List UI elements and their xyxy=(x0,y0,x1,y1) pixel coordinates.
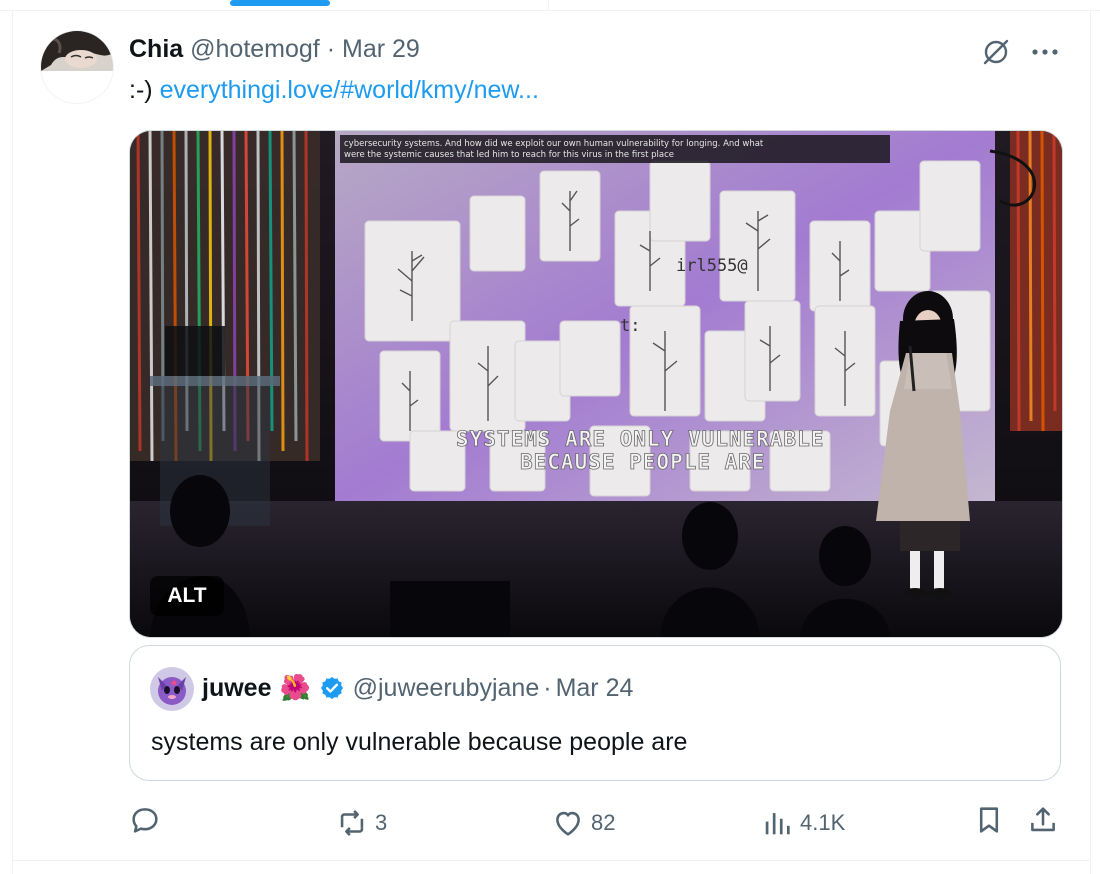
quote-display-name[interactable]: juwee xyxy=(202,671,271,705)
share-button[interactable] xyxy=(1026,803,1060,837)
tweet-media-video[interactable]: cybersecurity systems. And how did we ex… xyxy=(129,130,1063,638)
screen-caption-line2: were the systemic causes that led him to… xyxy=(344,150,674,160)
views-bars-icon xyxy=(760,806,794,840)
tweet-header: Chia @hotemogf · Mar 29 xyxy=(129,34,420,64)
quote-date[interactable]: Mar 24 xyxy=(556,671,634,705)
tweet-date[interactable]: Mar 29 xyxy=(342,35,420,63)
active-tab-indicator xyxy=(230,0,330,6)
retweet-count: 3 xyxy=(375,810,388,835)
tweet-text-prefix: :-) xyxy=(129,76,153,104)
tweet-top-actions xyxy=(976,32,1068,72)
timeline-border-right xyxy=(1090,10,1091,874)
views-button[interactable]: 4.1K xyxy=(760,803,845,843)
screen-fragment-email: irl555@ xyxy=(676,256,748,276)
grok-slash-circle-icon[interactable] xyxy=(976,32,1016,72)
screen-text-line2: BECAUSE PEOPLE ARE xyxy=(520,450,766,474)
author-handle[interactable]: @hotemogf xyxy=(190,35,320,63)
author-display-name[interactable]: Chia xyxy=(129,35,183,63)
heart-icon xyxy=(551,806,585,840)
like-button[interactable]: 82 xyxy=(551,803,615,843)
hibiscus-emoji-icon: 🌺 xyxy=(279,674,311,702)
quote-text: systems are only vulnerable because peop… xyxy=(151,728,688,756)
author-avatar[interactable] xyxy=(40,30,114,104)
retweet-button[interactable]: 3 xyxy=(335,803,387,843)
screen-fragment-colon: t: xyxy=(620,316,640,336)
quote-author-avatar[interactable] xyxy=(150,667,194,711)
top-tab-bar xyxy=(0,0,1100,11)
header-separator: · xyxy=(326,35,336,63)
like-count: 82 xyxy=(591,810,616,835)
tweet-text: :-) everythingi.love/#world/kmy/new... xyxy=(129,75,539,105)
stage-performance-photo: cybersecurity systems. And how did we ex… xyxy=(130,131,1062,637)
quote-separator: · xyxy=(543,674,552,702)
views-count: 4.1K xyxy=(800,810,846,835)
retweet-icon xyxy=(335,806,369,840)
quote-avatar-image xyxy=(150,667,194,711)
timeline-border-left xyxy=(12,10,13,874)
share-upload-icon xyxy=(1026,803,1060,837)
reply-button[interactable] xyxy=(128,803,168,837)
quote-handle[interactable]: @juweerubyjane xyxy=(353,671,540,705)
bookmark-icon xyxy=(972,803,1006,837)
quote-header: juwee 🌺 @juweerubyjane · Mar 24 xyxy=(202,671,633,705)
verified-badge-icon xyxy=(319,675,345,701)
quoted-tweet[interactable]: juwee 🌺 @juweerubyjane · Mar 24 systems … xyxy=(129,645,1061,781)
timeline-border-bottom xyxy=(12,860,1090,861)
tweet-link[interactable]: everythingi.love/#world/kmy/new... xyxy=(160,76,539,104)
tweet-action-bar: 3 82 4.1K xyxy=(0,803,1100,843)
screen-text-line1: SYSTEMS ARE ONLY VULNERABLE xyxy=(456,427,824,451)
author-avatar-image xyxy=(41,31,113,103)
bookmark-button[interactable] xyxy=(972,803,1006,837)
alt-text-badge[interactable]: ALT xyxy=(150,576,224,616)
reply-bubble-icon xyxy=(128,803,162,837)
screen-caption-line1: cybersecurity systems. And how did we ex… xyxy=(344,139,764,149)
tab-divider xyxy=(548,0,549,10)
more-dots-icon[interactable] xyxy=(1022,32,1068,72)
